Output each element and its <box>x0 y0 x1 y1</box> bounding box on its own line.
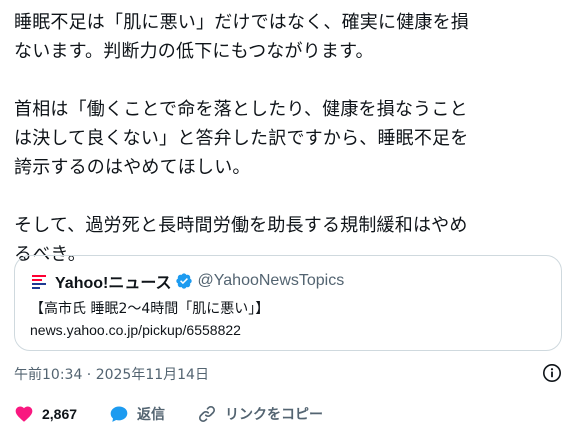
verified-badge-icon <box>175 272 193 290</box>
link-icon <box>197 404 217 424</box>
copy-link-label: リンクをコピー <box>225 407 324 423</box>
quote-card-title: 【高市氏 睡眠2～4時間「肌に悪い」】 <box>30 301 270 317</box>
quote-source-handle[interactable]: @YahooNewsTopics <box>198 272 345 290</box>
tweet-action-bar: 2,867 返信 リンクをコピー <box>14 403 355 425</box>
quote-card-header: Yahoo!ニュース @YahooNewsTopics <box>30 269 344 293</box>
speech-bubble-icon <box>109 404 129 424</box>
tweet-text: 睡眠不足は「肌に悪い」だけではなく、確実に健康を損 ないます。判断力の低下にもつ… <box>14 8 564 269</box>
heart-icon <box>14 404 34 424</box>
tweet-meta-row: 午前10:34 · 2025年11月14日 <box>14 363 562 383</box>
reply-label: 返信 <box>137 407 166 423</box>
tweet-paragraph: 睡眠不足は「肌に悪い」だけではなく、確実に健康を損 ないます。判断力の低下にもつ… <box>14 12 469 62</box>
quote-source-name[interactable]: Yahoo!ニュース <box>55 269 172 293</box>
quote-card[interactable]: Yahoo!ニュース @YahooNewsTopics 【高市氏 睡眠2～4時間… <box>14 255 562 351</box>
yahoo-news-logo-icon <box>30 272 48 290</box>
tweet-timestamp[interactable]: 午前10:34 · 2025年11月14日 <box>14 364 209 384</box>
info-icon[interactable] <box>542 363 562 383</box>
like-button[interactable]: 2,867 <box>14 404 77 424</box>
like-count: 2,867 <box>42 406 78 422</box>
reply-button[interactable]: 返信 <box>109 404 165 424</box>
quote-card-url[interactable]: news.yahoo.co.jp/pickup/6558822 <box>30 322 241 338</box>
copy-link-button[interactable]: リンクをコピー <box>197 404 323 424</box>
tweet-paragraph: 首相は「働くことで命を落としたり、健康を損なうこと は決して良くない」と答弁した… <box>14 99 469 178</box>
